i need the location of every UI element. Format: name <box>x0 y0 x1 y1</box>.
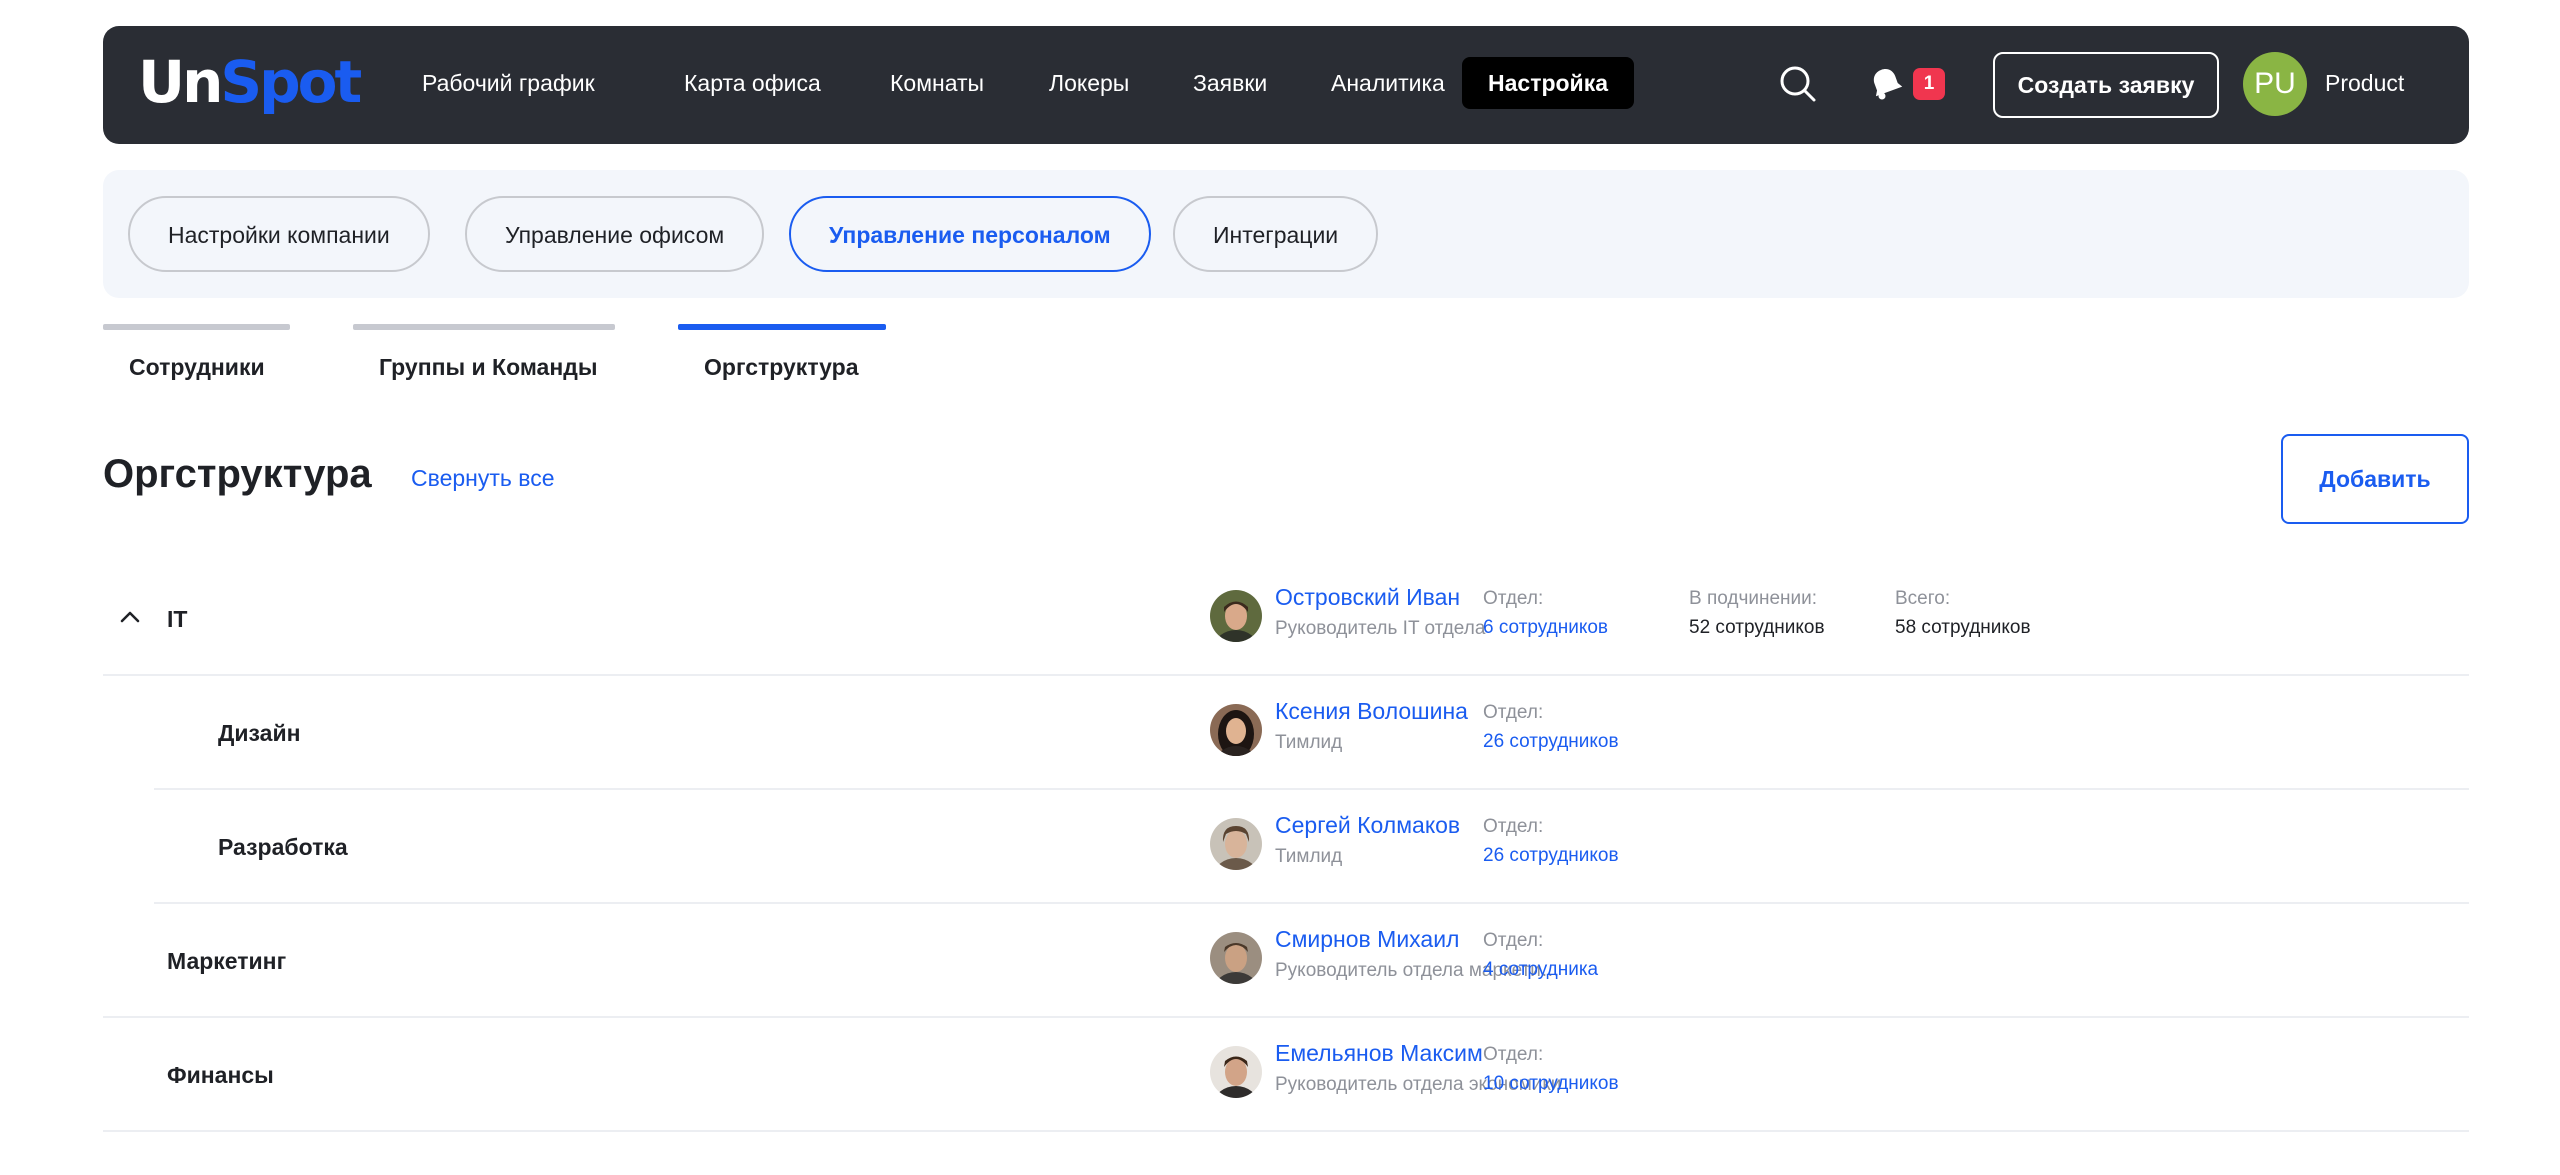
department-label: Отдел: <box>1483 588 1544 609</box>
department-count-link[interactable]: 6 сотрудников <box>1483 617 1608 639</box>
department-count-link[interactable]: 26 сотрудников <box>1483 845 1619 867</box>
manager-name-link[interactable]: Сергей Колмаков <box>1275 812 1460 839</box>
department-label: Отдел: <box>1483 702 1544 723</box>
tab-office-management[interactable]: Управление офисом <box>465 196 765 272</box>
manager-photo <box>1210 590 1262 642</box>
tab-indicator <box>103 324 290 330</box>
chevron-up-icon[interactable] <box>115 602 145 632</box>
manager-photo <box>1210 1046 1262 1098</box>
tab-indicator-active <box>678 324 886 330</box>
tab-label: Сотрудники <box>129 354 265 380</box>
nav-requests[interactable]: Заявки <box>1167 57 1293 109</box>
department-name: Финансы <box>167 1062 274 1088</box>
department-count-link[interactable]: 26 сотрудников <box>1483 731 1619 753</box>
department-label: Отдел: <box>1483 1044 1544 1065</box>
department-name: Дизайн <box>218 720 301 746</box>
bell-icon[interactable] <box>1869 66 1903 100</box>
top-navigation-bar: UnSpot Рабочий график Карта офиса Комнат… <box>103 26 2469 144</box>
department-count-link[interactable]: 4 сотрудника <box>1483 959 1598 981</box>
tab-groups-teams[interactable]: Группы и Команды <box>353 324 615 384</box>
subordinates-count: 52 сотрудников <box>1689 617 1825 638</box>
unspot-logo[interactable]: UnSpot <box>138 47 362 117</box>
manager-photo <box>1210 818 1262 870</box>
collapse-all-link[interactable]: Свернуть все <box>411 465 555 492</box>
manager-name-link[interactable]: Ксения Волошина <box>1275 698 1468 725</box>
tab-org-structure[interactable]: Оргструктура <box>678 324 886 384</box>
logo-text-spot: Spot <box>220 48 362 116</box>
total-label: Всего: <box>1895 588 1951 609</box>
nav-office-map[interactable]: Карта офиса <box>658 57 847 109</box>
total-count: 58 сотрудников <box>1895 617 2031 638</box>
manager-photo <box>1210 704 1262 756</box>
nav-settings[interactable]: Настройка <box>1462 57 1634 109</box>
manager-name-link[interactable]: Островский Иван <box>1275 584 1460 611</box>
add-button[interactable]: Добавить <box>2281 434 2469 524</box>
tab-company-settings[interactable]: Настройки компании <box>128 196 430 272</box>
manager-name-link[interactable]: Емельянов Максим <box>1275 1040 1483 1067</box>
org-row-development[interactable]: Разработка Сергей Колмаков Тимлид Отдел:… <box>154 790 2469 904</box>
logo-text-un: Un <box>138 48 223 116</box>
nav-analytics[interactable]: Аналитика <box>1305 57 1471 109</box>
org-row-it[interactable]: IT Островский Иван Руководитель IT отдел… <box>103 562 2469 676</box>
tab-integrations[interactable]: Интеграции <box>1173 196 1379 272</box>
tab-indicator <box>353 324 615 330</box>
search-icon[interactable] <box>1778 64 1818 104</box>
org-row-design[interactable]: Дизайн Ксения Волошина Тимлид Отдел: 26 … <box>154 676 2469 790</box>
settings-section-tabs: Настройки компании Управление офисом Упр… <box>103 170 2469 298</box>
tab-personnel-management[interactable]: Управление персоналом <box>789 196 1151 272</box>
notification-badge: 1 <box>1913 68 1945 100</box>
tab-label: Оргструктура <box>704 354 859 380</box>
department-label: Отдел: <box>1483 930 1544 951</box>
user-name[interactable]: Product <box>2325 57 2404 109</box>
nav-lockers[interactable]: Локеры <box>1023 57 1155 109</box>
department-name: Маркетинг <box>167 948 287 974</box>
org-row-finance[interactable]: Финансы Емельянов Максим Руководитель от… <box>103 1018 2469 1132</box>
nav-rooms[interactable]: Комнаты <box>864 57 1010 109</box>
page-title: Оргструктура <box>103 452 372 496</box>
nav-work-schedule[interactable]: Рабочий график <box>396 57 621 109</box>
manager-name-link[interactable]: Смирнов Михаил <box>1275 926 1459 953</box>
department-count-link[interactable]: 10 сотрудников <box>1483 1073 1619 1095</box>
subordinates-label: В подчинении: <box>1689 588 1818 609</box>
manager-photo <box>1210 932 1262 984</box>
org-row-marketing[interactable]: Маркетинг Смирнов Михаил Руководитель от… <box>103 904 2469 1018</box>
tab-label: Группы и Команды <box>379 354 598 380</box>
department-name: Разработка <box>218 834 348 860</box>
tab-employees[interactable]: Сотрудники <box>103 324 290 384</box>
department-name: IT <box>167 606 188 632</box>
department-label: Отдел: <box>1483 816 1544 837</box>
user-avatar[interactable]: PU <box>2243 52 2307 116</box>
create-request-button[interactable]: Создать заявку <box>1993 52 2219 118</box>
